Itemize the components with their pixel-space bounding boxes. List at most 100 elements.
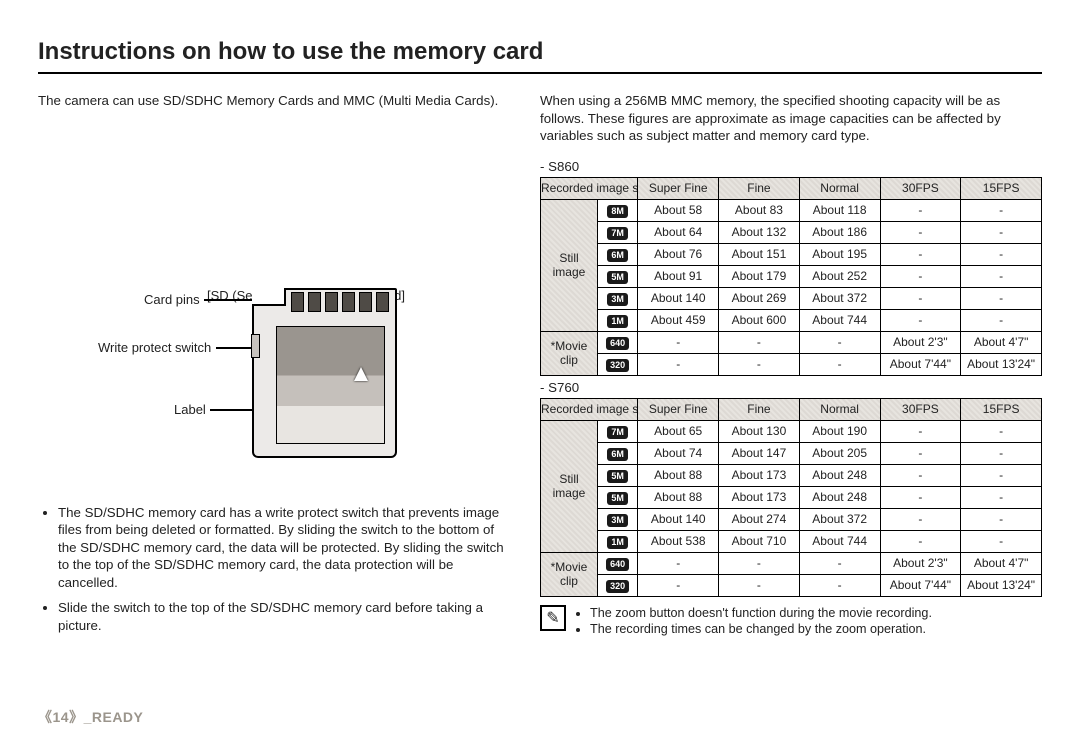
th-recorded-size: Recorded image size: [541, 177, 638, 199]
callout-text: Label: [174, 402, 206, 417]
table-row: 7MAbout 64About 132About 186--: [541, 221, 1042, 243]
size-icon: 3M: [607, 293, 628, 306]
data-cell: About 7'44": [880, 353, 961, 375]
data-cell: -: [961, 309, 1042, 331]
data-cell: -: [638, 574, 719, 596]
data-cell: About 248: [799, 464, 880, 486]
left-bullets: The SD/SDHC memory card has a write prot…: [38, 504, 514, 635]
callout-write-protect: Write protect switch: [98, 340, 211, 355]
size-icon-cell: 8M: [597, 199, 637, 221]
data-cell: -: [961, 486, 1042, 508]
size-icon-cell: 3M: [597, 287, 637, 309]
data-cell: About 140: [638, 287, 719, 309]
bullet-item: Slide the switch to the top of the SD/SD…: [58, 599, 514, 634]
data-cell: -: [880, 530, 961, 552]
data-cell: About 179: [719, 265, 800, 287]
left-intro: The camera can use SD/SDHC Memory Cards …: [38, 92, 514, 110]
data-cell: -: [880, 287, 961, 309]
size-icon-cell: 6M: [597, 442, 637, 464]
left-column: The camera can use SD/SDHC Memory Cards …: [38, 92, 514, 642]
data-cell: -: [961, 420, 1042, 442]
size-icon-cell: 3M: [597, 508, 637, 530]
table-row: 1MAbout 538About 710About 744--: [541, 530, 1042, 552]
data-cell: About 372: [799, 508, 880, 530]
th-f: Fine: [719, 398, 800, 420]
data-cell: About 195: [799, 243, 880, 265]
data-cell: About 83: [719, 199, 800, 221]
table-row: 5MAbout 88About 173About 248--: [541, 486, 1042, 508]
page-footer: 《14》_READY: [38, 707, 143, 727]
bullet-item: The SD/SDHC memory card has a write prot…: [58, 504, 514, 592]
data-cell: About 744: [799, 530, 880, 552]
data-cell: -: [880, 508, 961, 530]
data-cell: -: [638, 552, 719, 574]
capacity-table: Recorded image sizeSuper FineFineNormal3…: [540, 177, 1042, 376]
size-icon-cell: 5M: [597, 265, 637, 287]
data-cell: About 538: [638, 530, 719, 552]
capacity-table: Recorded image sizeSuper FineFineNormal3…: [540, 398, 1042, 597]
data-cell: -: [799, 331, 880, 353]
data-cell: -: [961, 199, 1042, 221]
data-cell: -: [799, 574, 880, 596]
page-title: Instructions on how to use the memory ca…: [38, 38, 1042, 74]
size-icon: 5M: [607, 271, 628, 284]
data-cell: About 13'24": [961, 353, 1042, 375]
model-label: - S760: [540, 380, 1042, 395]
size-icon: 5M: [607, 492, 628, 505]
data-cell: -: [961, 243, 1042, 265]
table-row: 320---About 7'44"About 13'24": [541, 353, 1042, 375]
size-icon-cell: 320: [597, 574, 637, 596]
data-cell: About 13'24": [961, 574, 1042, 596]
row-group: Stillimage: [541, 199, 598, 331]
row-group: *Movieclip: [541, 331, 598, 375]
th-f30: 30FPS: [880, 398, 961, 420]
table-row: 5MAbout 88About 173About 248--: [541, 464, 1042, 486]
right-column: When using a 256MB MMC memory, the speci…: [540, 92, 1042, 642]
data-cell: About 7'44": [880, 574, 961, 596]
data-cell: About 710: [719, 530, 800, 552]
th-f15: 15FPS: [961, 398, 1042, 420]
table-row: 5MAbout 91About 179About 252--: [541, 265, 1042, 287]
data-cell: -: [880, 420, 961, 442]
data-cell: About 190: [799, 420, 880, 442]
data-cell: About 252: [799, 265, 880, 287]
table-row: 6MAbout 74About 147About 205--: [541, 442, 1042, 464]
data-cell: About 88: [638, 486, 719, 508]
data-cell: About 173: [719, 486, 800, 508]
table-row: 6MAbout 76About 151About 195--: [541, 243, 1042, 265]
size-icon-cell: 5M: [597, 486, 637, 508]
data-cell: -: [880, 442, 961, 464]
footer-label: _READY: [84, 709, 144, 725]
size-icon: 1M: [607, 315, 628, 328]
data-cell: -: [961, 221, 1042, 243]
size-icon: 640: [606, 558, 629, 571]
callout-label: Label: [174, 402, 206, 417]
sd-card-shape: [252, 288, 397, 458]
th-f30: 30FPS: [880, 177, 961, 199]
data-cell: -: [799, 353, 880, 375]
data-cell: -: [880, 243, 961, 265]
th-f: Fine: [719, 177, 800, 199]
th-sf: Super Fine: [638, 177, 719, 199]
size-icon: 6M: [607, 448, 628, 461]
data-cell: -: [880, 486, 961, 508]
model-label: - S860: [540, 159, 1042, 174]
data-cell: About 205: [799, 442, 880, 464]
data-cell: -: [719, 353, 800, 375]
size-icon-cell: 1M: [597, 309, 637, 331]
data-cell: -: [880, 221, 961, 243]
size-icon-cell: 5M: [597, 464, 637, 486]
data-cell: -: [961, 508, 1042, 530]
data-cell: -: [880, 464, 961, 486]
data-cell: About 88: [638, 464, 719, 486]
sd-card-diagram: Card pins Write protect switch Label [SD…: [38, 288, 514, 490]
data-cell: About 744: [799, 309, 880, 331]
table-row: 1MAbout 459About 600About 744--: [541, 309, 1042, 331]
data-cell: About 130: [719, 420, 800, 442]
data-cell: About 132: [719, 221, 800, 243]
up-arrow-icon: [354, 367, 368, 381]
callout-card-pins: Card pins: [144, 292, 200, 307]
th-sf: Super Fine: [638, 398, 719, 420]
data-cell: About 118: [799, 199, 880, 221]
sd-label-area: [276, 326, 385, 444]
